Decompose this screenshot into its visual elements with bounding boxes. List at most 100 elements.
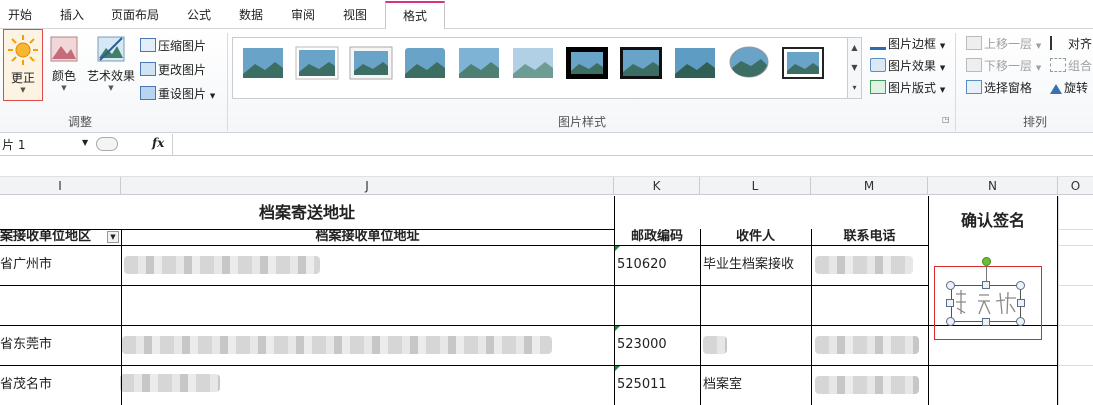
tab-view[interactable]: 视图 <box>343 4 367 28</box>
resize-handle[interactable] <box>1017 299 1025 307</box>
tab-review[interactable]: 审阅 <box>291 4 315 28</box>
function-icon[interactable]: fx <box>152 136 164 150</box>
resize-handle[interactable] <box>1016 281 1025 290</box>
style-thumb-1[interactable] <box>241 44 285 82</box>
redacted-recipient <box>703 336 727 354</box>
picture-styles-group-label: 图片样式 <box>558 115 607 129</box>
header-postcode[interactable]: 邮政编码 <box>614 229 700 245</box>
column-header-i[interactable]: I <box>0 177 121 195</box>
resize-handle[interactable] <box>982 281 990 289</box>
group-separator <box>955 33 956 131</box>
gallery-more[interactable]: ▾ <box>847 78 861 98</box>
style-thumb-2[interactable] <box>295 44 339 82</box>
table-border <box>928 196 929 405</box>
tab-format[interactable]: 格式 <box>385 1 445 30</box>
table-border <box>0 245 928 246</box>
resize-handle[interactable] <box>96 137 118 151</box>
header-recipient[interactable]: 收件人 <box>700 229 811 245</box>
rotate-button[interactable]: 旋转 <box>1050 78 1088 98</box>
change-picture-button[interactable]: 更改图片 <box>140 60 206 80</box>
resize-handle[interactable] <box>1016 317 1025 326</box>
header-address[interactable]: 档案接收单位地址 <box>121 229 614 245</box>
selection-pane-button[interactable]: 选择窗格 <box>966 78 1032 98</box>
adjust-group-label: 调整 <box>68 115 93 129</box>
color-button[interactable]: 颜色 ▼ <box>47 29 81 101</box>
gallery-scroll-up[interactable]: ▲ <box>847 38 861 58</box>
chevron-down-icon: ▼ <box>1035 64 1042 72</box>
style-thumb-9[interactable] <box>673 44 717 82</box>
table-row-3-postcode[interactable]: 523000 <box>617 325 699 365</box>
table-row-2-region[interactable] <box>0 285 121 325</box>
column-header-m[interactable]: M <box>811 177 928 195</box>
send-backward-button[interactable]: 下移一层 ▼ <box>966 56 1041 76</box>
table-row-4-postcode[interactable]: 525011 <box>617 365 699 405</box>
picture-layout-button[interactable]: 图片版式 ▼ <box>870 78 945 98</box>
picture-effects-button[interactable]: 图片效果 ▼ <box>870 56 945 76</box>
style-thumb-10[interactable] <box>727 44 771 82</box>
bring-forward-button[interactable]: 上移一层 ▼ <box>966 34 1041 54</box>
picture-styles-gallery[interactable]: ▲ ▼ ▾ <box>232 37 862 99</box>
correct-label: 更正 <box>10 71 35 85</box>
reset-picture-button[interactable]: 重设图片 ▼ <box>140 84 215 104</box>
column-header-k[interactable]: K <box>614 177 700 195</box>
artistic-effects-icon <box>97 36 125 62</box>
style-thumb-8[interactable] <box>619 44 663 82</box>
gridline <box>1058 196 1059 405</box>
table-row-1-region[interactable]: 省广州市 <box>0 245 121 285</box>
style-thumb-6[interactable] <box>511 44 555 82</box>
filter-dropdown-icon[interactable]: ▼ <box>107 231 119 243</box>
sun-icon <box>8 35 38 65</box>
table-row-1-postcode[interactable]: 510620 <box>617 245 699 285</box>
chevron-down-icon: ▼ <box>939 42 946 50</box>
style-thumb-7[interactable] <box>565 44 609 82</box>
column-header-j[interactable]: J <box>121 177 614 195</box>
tab-formulas[interactable]: 公式 <box>187 4 211 28</box>
style-thumb-5[interactable] <box>457 44 501 82</box>
dialog-launcher-icon[interactable]: ◳ <box>942 115 950 124</box>
style-thumb-4[interactable] <box>403 44 447 82</box>
resize-handle[interactable] <box>946 299 954 307</box>
change-picture-icon <box>140 62 156 76</box>
picture-border-button[interactable]: 图片边框 ▼ <box>870 34 945 54</box>
redacted-address <box>124 256 320 274</box>
table-row-3-region[interactable]: 省东莞市 <box>0 325 121 365</box>
correct-button[interactable]: 更正 ▼ <box>3 29 43 101</box>
formula-input[interactable] <box>172 134 1093 156</box>
style-thumb-11[interactable] <box>781 44 825 82</box>
worksheet-grid[interactable]: 档案寄送地址 确认签名 案接收单位地区 ▼ 档案接收单位地址 邮政编码 收件人 … <box>0 196 1093 405</box>
rotation-handle[interactable] <box>982 257 991 266</box>
column-header-o[interactable]: O <box>1058 177 1093 195</box>
tab-page-layout[interactable]: 页面布局 <box>111 4 159 28</box>
table-row-4-region[interactable]: 省茂名市 <box>0 365 121 405</box>
chevron-down-icon[interactable]: ▼ <box>82 138 88 147</box>
group-separator <box>227 33 228 131</box>
chevron-down-icon: ▼ <box>20 86 26 94</box>
selection-pane-icon <box>966 80 982 94</box>
tab-home[interactable]: 开始 <box>8 4 32 28</box>
table-row-1-recipient[interactable]: 毕业生档案接收 <box>703 245 810 285</box>
header-phone[interactable]: 联系电话 <box>811 229 928 245</box>
style-thumb-3[interactable] <box>349 44 393 82</box>
align-button[interactable]: 对齐 <box>1050 34 1092 54</box>
header-region[interactable]: 案接收单位地区 <box>0 229 121 245</box>
tab-data[interactable]: 数据 <box>239 4 263 28</box>
signature-image[interactable] <box>951 285 1021 322</box>
name-box[interactable]: 片 1 <box>0 136 94 154</box>
table-border <box>700 229 701 405</box>
artistic-effects-button[interactable]: 艺术效果 ▼ <box>85 29 137 101</box>
ribbon-tab-bar: 开始 插入 页面布局 公式 数据 审阅 视图 格式 <box>0 0 1093 30</box>
redacted-phone <box>815 376 919 394</box>
resize-handle[interactable] <box>946 281 955 290</box>
group-button[interactable]: 组合 <box>1050 56 1092 76</box>
table-row-4-recipient[interactable]: 档案室 <box>703 365 810 405</box>
column-header-n[interactable]: N <box>928 177 1058 195</box>
tab-insert[interactable]: 插入 <box>60 4 84 28</box>
artistic-effects-label: 艺术效果 <box>86 69 135 83</box>
resize-handle[interactable] <box>946 317 955 326</box>
redacted-address <box>120 374 220 392</box>
color-picture-icon <box>50 36 78 62</box>
resize-handle[interactable] <box>982 318 990 326</box>
column-header-l[interactable]: L <box>700 177 811 195</box>
compress-pictures-button[interactable]: 压缩图片 <box>140 36 206 56</box>
gallery-scroll-down[interactable]: ▼ <box>847 58 861 78</box>
